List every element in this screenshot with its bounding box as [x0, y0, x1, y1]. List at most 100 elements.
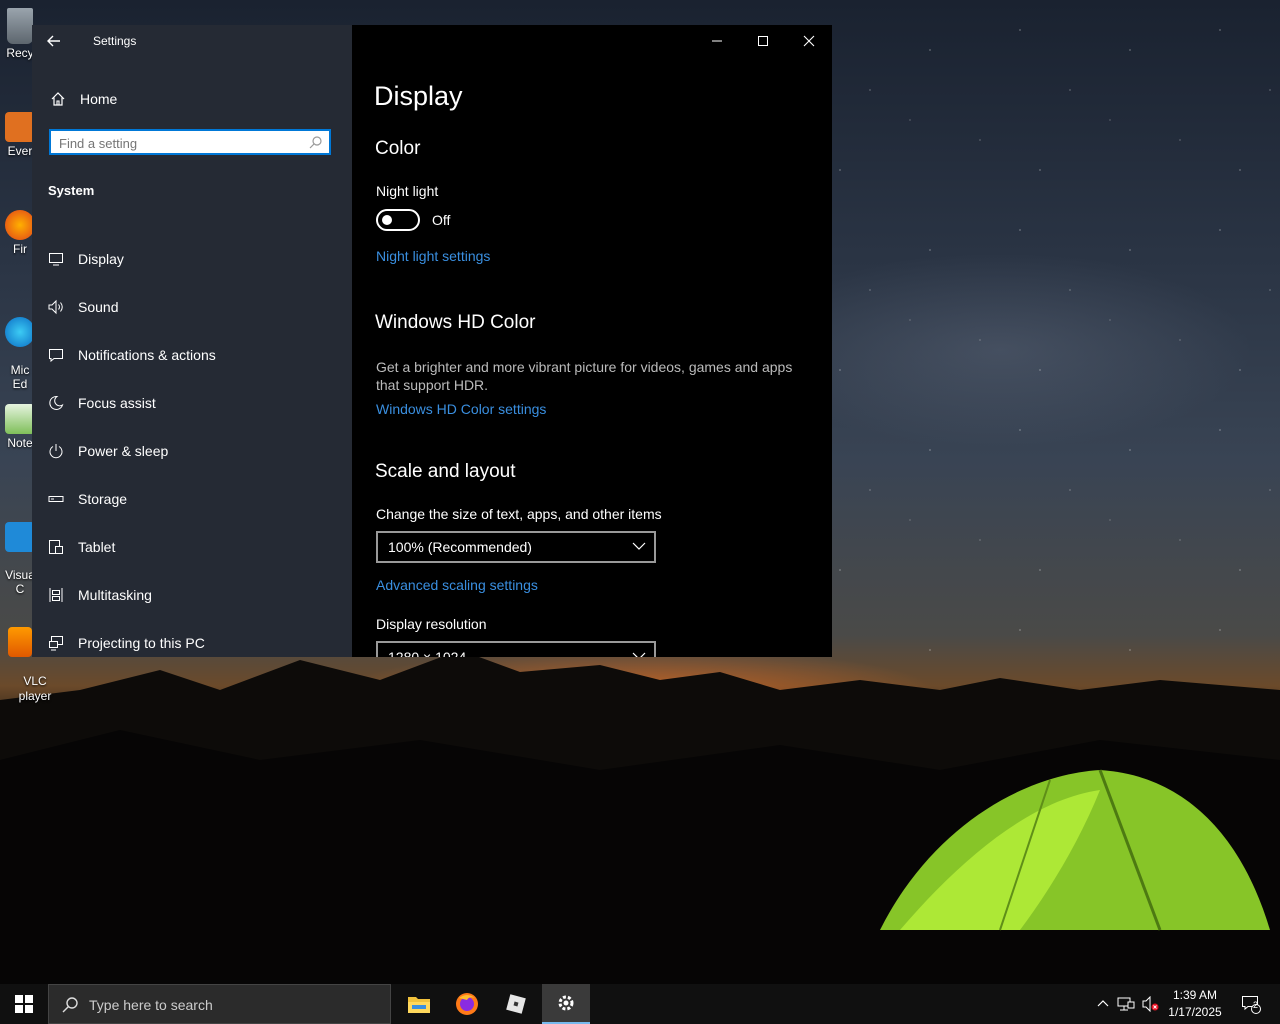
- scale-value: 100% (Recommended): [388, 539, 532, 555]
- monitor-icon: [46, 249, 66, 269]
- firefox-icon: [456, 993, 478, 1015]
- night-light-toggle[interactable]: [376, 209, 420, 231]
- page-title: Display: [374, 81, 463, 111]
- night-light-label: Night light: [376, 183, 439, 199]
- resolution-dropdown[interactable]: 1280 × 1024: [376, 641, 656, 657]
- search-icon: [309, 136, 322, 149]
- clock-time: 1:39 AM: [1172, 988, 1218, 1002]
- nav-label: Projecting to this PC: [78, 635, 205, 651]
- home-nav-item[interactable]: Home: [48, 87, 117, 111]
- power-icon: [46, 441, 66, 461]
- taskbar-settings[interactable]: [542, 984, 590, 1024]
- nav-item-display[interactable]: Display: [46, 235, 216, 283]
- nav-item-storage[interactable]: Storage: [46, 475, 216, 523]
- settings-sidebar: Settings Home System Display Sound: [32, 25, 352, 657]
- projecting-icon: [46, 633, 66, 653]
- taskbar-clock[interactable]: 1:39 AM 1/17/2025: [1160, 987, 1230, 1021]
- chevron-down-icon: [632, 542, 646, 550]
- network-tray-button[interactable]: [1114, 984, 1138, 1024]
- taskbar-file-explorer[interactable]: [395, 984, 443, 1024]
- taskbar: Type here to search 1:39 AM 1/17/2025 2: [0, 984, 1280, 1024]
- scale-label: Change the size of text, apps, and other…: [376, 506, 662, 522]
- roblox-icon: [506, 994, 526, 1014]
- nav-label: Focus assist: [78, 395, 156, 411]
- back-button[interactable]: [46, 33, 66, 49]
- toggle-knob: [382, 215, 392, 225]
- nav-item-focus-assist[interactable]: Focus assist: [46, 379, 216, 427]
- home-icon: [48, 89, 68, 109]
- nav-item-multitasking[interactable]: Multitasking: [46, 571, 216, 619]
- firefox-shortcut-icon: [5, 210, 35, 240]
- vscode-shortcut-icon: [5, 522, 35, 552]
- night-light-state: Off: [432, 212, 451, 228]
- nav-item-notifications[interactable]: Notifications & actions: [46, 331, 216, 379]
- chevron-down-icon: [632, 652, 646, 657]
- desktop-icon-label: VLC player: [18, 674, 52, 703]
- settings-gear-icon: [558, 995, 574, 1011]
- hd-color-settings-link[interactable]: Windows HD Color settings: [376, 401, 546, 417]
- nav-label: Sound: [78, 299, 119, 315]
- color-heading: Color: [375, 138, 421, 159]
- nav-label: Power & sleep: [78, 443, 169, 459]
- notification-count-badge: 2: [1253, 1000, 1259, 1010]
- search-placeholder: Type here to search: [89, 997, 213, 1013]
- nav-label: Storage: [78, 491, 128, 507]
- nav-item-power-sleep[interactable]: Power & sleep: [46, 427, 216, 475]
- nav-label: Multitasking: [78, 587, 152, 603]
- search-icon: [62, 997, 78, 1013]
- nav-item-projecting[interactable]: Projecting to this PC: [46, 619, 216, 667]
- action-center-button[interactable]: 2: [1234, 984, 1268, 1024]
- desktop-icon-label: Ever: [7, 144, 33, 158]
- desktop-icon-label: Fir: [13, 242, 27, 256]
- nav-label: Notifications & actions: [78, 347, 216, 363]
- notification-icon: [46, 345, 66, 365]
- volume-muted-icon: [1142, 996, 1159, 1012]
- nav-item-sound[interactable]: Sound: [46, 283, 216, 331]
- resolution-value: 1280 × 1024: [388, 649, 467, 657]
- desktop-icon-label: Recy: [6, 46, 34, 60]
- section-heading-system: System: [48, 183, 95, 198]
- taskbar-search-box[interactable]: Type here to search: [48, 984, 391, 1024]
- title-bar[interactable]: Settings: [32, 25, 352, 57]
- scale-dropdown[interactable]: 100% (Recommended): [376, 531, 656, 563]
- display-settings-page: Display Color Night light Off Night ligh…: [352, 25, 832, 657]
- resolution-label: Display resolution: [376, 616, 487, 632]
- nav-label: Tablet: [78, 539, 116, 555]
- notepad-shortcut-icon: [5, 404, 35, 434]
- recycle-bin-icon: [7, 8, 33, 44]
- night-light-settings-link[interactable]: Night light settings: [376, 248, 490, 264]
- system-nav-list: Display Sound Notifications & actions Fo…: [46, 235, 216, 667]
- desktop-icon-label: Visua C: [5, 568, 35, 596]
- advanced-scaling-link[interactable]: Advanced scaling settings: [376, 577, 538, 593]
- desktop-icon-label: Note: [7, 436, 33, 450]
- edge-shortcut-icon: [5, 317, 35, 347]
- scale-layout-heading: Scale and layout: [375, 461, 516, 482]
- app-shortcut-icon: [5, 112, 35, 142]
- windows-logo-icon: [15, 995, 33, 1013]
- taskbar-roblox[interactable]: [492, 984, 540, 1024]
- file-explorer-icon: [408, 997, 430, 1013]
- multitasking-icon: [46, 585, 66, 605]
- nav-item-tablet[interactable]: Tablet: [46, 523, 216, 571]
- speaker-icon: [46, 297, 66, 317]
- taskbar-firefox[interactable]: [443, 984, 491, 1024]
- start-button[interactable]: [0, 984, 48, 1024]
- volume-tray-button[interactable]: [1138, 984, 1162, 1024]
- show-hidden-icons-button[interactable]: [1092, 984, 1114, 1024]
- app-title: Settings: [93, 34, 137, 48]
- desktop-icon-label: Mic Ed: [10, 363, 30, 391]
- tablet-icon: [46, 537, 66, 557]
- search-input[interactable]: [59, 134, 299, 152]
- settings-window: Settings Home System Display Sound: [32, 25, 832, 657]
- moon-icon: [46, 393, 66, 413]
- nav-label: Display: [78, 251, 124, 267]
- hd-color-heading: Windows HD Color: [375, 312, 536, 333]
- vlc-shortcut-icon: [8, 627, 32, 657]
- chevron-up-icon: [1097, 1000, 1109, 1007]
- back-arrow-icon: [47, 35, 60, 47]
- find-setting-search[interactable]: [49, 129, 331, 155]
- home-label: Home: [80, 91, 118, 107]
- network-icon: [1117, 997, 1135, 1011]
- clock-date: 1/17/2025: [1168, 1005, 1222, 1019]
- storage-icon: [46, 489, 66, 509]
